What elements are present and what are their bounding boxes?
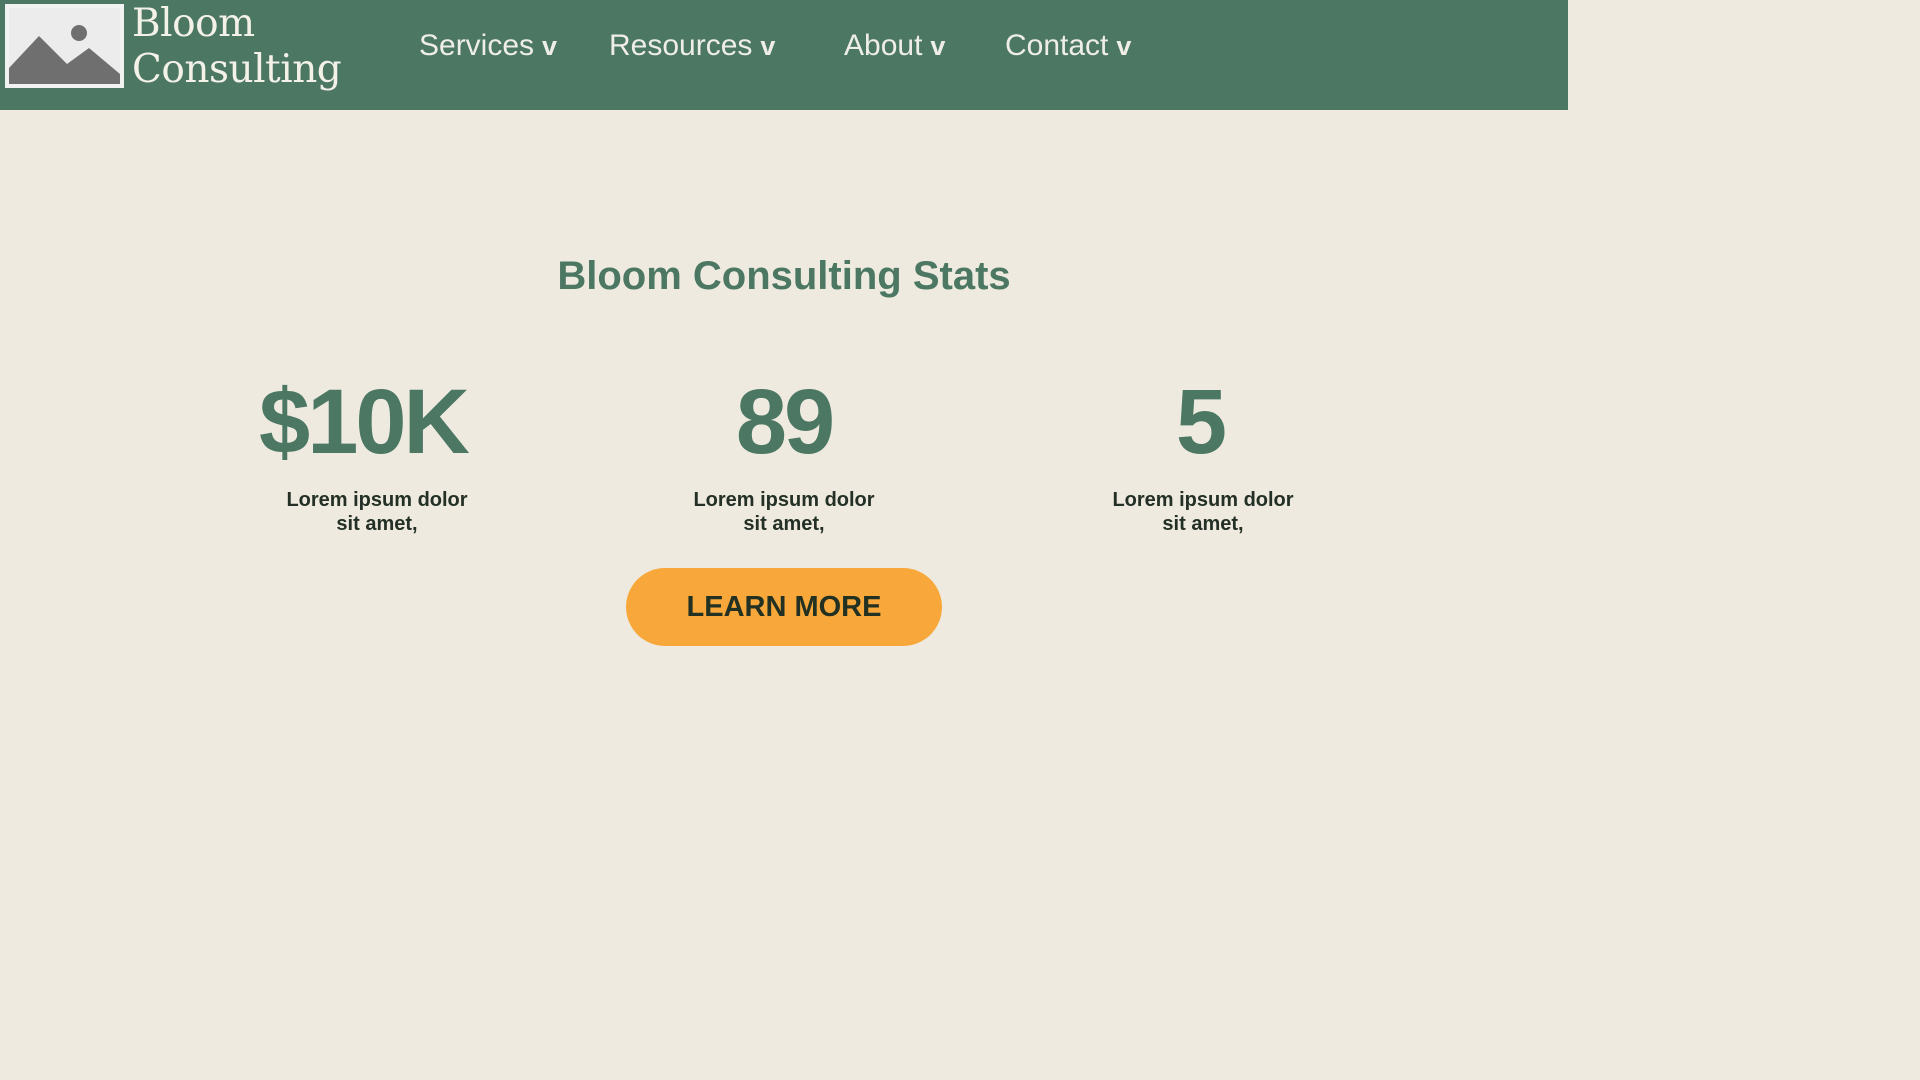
nav-resources[interactable]: Resources v bbox=[609, 26, 775, 66]
stats-section-title: Bloom Consulting Stats bbox=[557, 254, 1011, 298]
chevron-down-icon: v bbox=[930, 31, 946, 61]
stat-description-2: Lorem ipsum dolor sit amet, bbox=[674, 488, 894, 536]
nav-resources-label: Resources bbox=[609, 29, 753, 62]
nav-services-label: Services bbox=[419, 29, 535, 62]
chevron-down-icon: v bbox=[1116, 31, 1132, 61]
stat-description-line: sit amet, bbox=[336, 513, 418, 535]
stat-description-1: Lorem ipsum dolor sit amet, bbox=[267, 488, 487, 536]
nav-services[interactable]: Services v bbox=[419, 26, 557, 66]
brand-name-line2: Consulting bbox=[132, 47, 342, 92]
chevron-down-icon: v bbox=[542, 31, 558, 61]
image-placeholder-icon[interactable] bbox=[5, 4, 124, 88]
stat-description-line: Lorem ipsum dolor bbox=[286, 489, 468, 511]
nav-contact[interactable]: Contact v bbox=[1005, 26, 1131, 66]
stat-value-revenue: $10K bbox=[259, 371, 470, 473]
stat-description-line: sit amet, bbox=[1162, 513, 1244, 535]
stat-description-3: Lorem ipsum dolor sit amet, bbox=[1093, 488, 1313, 536]
stat-description-line: Lorem ipsum dolor bbox=[693, 489, 875, 511]
stat-value-number: 5 bbox=[1175, 371, 1227, 473]
brand-name[interactable]: Bloom Consulting bbox=[132, 1, 342, 93]
stat-value-count: 89 bbox=[735, 371, 835, 473]
nav-about[interactable]: About v bbox=[844, 26, 945, 66]
nav-about-label: About bbox=[844, 29, 923, 62]
stat-description-line: sit amet, bbox=[743, 513, 825, 535]
top-navigation-bar: Bloom Consulting Services v Resources v Ab… bbox=[0, 0, 1568, 110]
brand-name-line1: Bloom bbox=[132, 1, 255, 46]
learn-more-button[interactable]: LEARN MORE bbox=[626, 568, 942, 646]
nav-contact-label: Contact bbox=[1005, 29, 1109, 62]
stat-description-line: Lorem ipsum dolor bbox=[1112, 489, 1294, 511]
chevron-down-icon: v bbox=[760, 31, 776, 61]
